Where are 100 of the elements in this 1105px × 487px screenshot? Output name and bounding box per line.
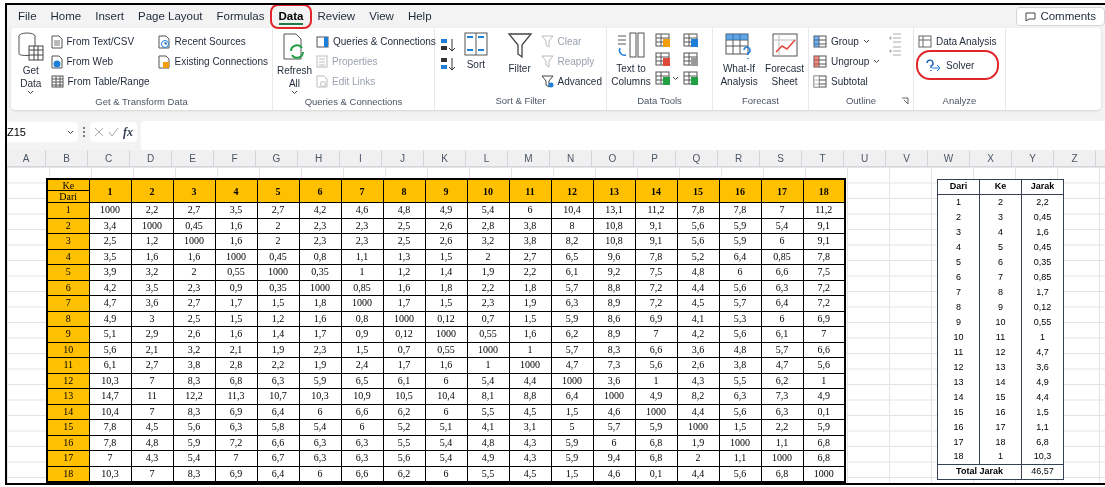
column-header[interactable]: T	[802, 150, 844, 166]
filter-icon	[506, 32, 533, 60]
column-header[interactable]: X	[970, 150, 1012, 166]
ribbon-icon-button[interactable]	[655, 70, 679, 86]
name-box[interactable]: Z15	[7, 122, 78, 142]
ribbon-large-button[interactable]: What-If Analysis	[717, 32, 762, 88]
cancel-button[interactable]	[94, 127, 104, 137]
column-header[interactable]: Q	[676, 150, 718, 166]
ribbon-large-button[interactable]: Sort	[461, 32, 491, 71]
ribbon-large-button[interactable]: Get Data	[15, 32, 47, 95]
ribbon-tab[interactable]: Home	[43, 6, 89, 27]
column-header[interactable]: R	[718, 150, 760, 166]
column-header-cell: 18	[803, 179, 845, 203]
ribbon-button[interactable]: Group	[813, 32, 881, 51]
column-header[interactable]: M	[508, 150, 550, 166]
column-header[interactable]: J	[382, 150, 424, 166]
flash-fill-icon	[655, 32, 671, 48]
column-header-cell: Ke	[979, 179, 1022, 195]
ribbon-tab[interactable]: Data	[271, 6, 311, 27]
group-label: Forecast	[742, 95, 779, 106]
group-label: Analyze	[942, 95, 977, 106]
ribbon-tab[interactable]: Help	[400, 6, 439, 27]
table-cell: 3	[979, 209, 1022, 225]
column-header[interactable]: K	[424, 150, 466, 166]
column-header[interactable]: P	[634, 150, 676, 166]
total-label: Total Jarak	[937, 464, 1022, 480]
column-header[interactable]: S	[760, 150, 802, 166]
ribbon-button[interactable]: Advanced	[540, 72, 602, 91]
hide-detail-icon	[888, 45, 903, 57]
column-header-cell: 3	[173, 179, 215, 203]
sort-descending-button[interactable]	[439, 55, 457, 73]
table-cell: 7	[979, 269, 1022, 285]
ribbon-button[interactable]: Solver	[918, 52, 997, 78]
column-header[interactable]: L	[466, 150, 508, 166]
column-header[interactable]: U	[844, 150, 886, 166]
column-header[interactable]: A	[7, 150, 46, 166]
column-header[interactable]: N	[550, 150, 592, 166]
table-cell: 1,1	[1021, 419, 1064, 435]
group-label: Data Tools	[637, 95, 682, 106]
column-header[interactable]: W	[928, 150, 970, 166]
properties-icon	[316, 55, 328, 68]
column-header[interactable]: G	[256, 150, 298, 166]
comments-button[interactable]: Comments	[1016, 7, 1105, 26]
close-icon	[94, 127, 104, 137]
insert-function-button[interactable]: fx	[123, 123, 133, 141]
column-header[interactable]: C	[88, 150, 130, 166]
column-header-cell: 1	[89, 179, 131, 203]
ribbon-button[interactable]: From Text/CSV	[50, 32, 150, 51]
table-cell: 14	[937, 389, 980, 405]
ribbon-button[interactable]: Data Analysis	[918, 32, 997, 51]
table-cell: 6,8	[1021, 434, 1064, 450]
table-cell: 1,7	[1021, 284, 1064, 300]
column-header[interactable]: Z	[1054, 150, 1096, 166]
forecast-chart-icon	[770, 32, 799, 60]
table-cell: 11	[937, 344, 980, 360]
table-cell: 1,6	[1021, 224, 1064, 240]
ribbon-tab[interactable]: View	[362, 6, 401, 27]
column-header[interactable]: Y	[1012, 150, 1054, 166]
column-header[interactable]: F	[214, 150, 256, 166]
table-cell: 15	[979, 389, 1022, 405]
column-header[interactable]: V	[886, 150, 928, 166]
column-header[interactable]: E	[172, 150, 214, 166]
column-header-cell: 8	[383, 179, 425, 203]
sort-ascending-button[interactable]	[439, 36, 457, 54]
ribbon-button[interactable]: From Web	[50, 52, 150, 71]
ribbon-tab[interactable]: File	[11, 6, 44, 27]
column-header-cell: Dari	[937, 179, 980, 195]
ribbon-icon-button[interactable]	[683, 32, 699, 48]
advanced-filter-icon	[540, 75, 554, 88]
ribbon-large-button[interactable]: Refresh All	[277, 32, 312, 95]
column-header[interactable]: I	[340, 150, 382, 166]
table-cell: 0,45	[1021, 209, 1064, 225]
table-cell: 8	[979, 284, 1022, 300]
ribbon-tab[interactable]: Review	[310, 6, 363, 27]
ribbon-button[interactable]: Ungroup	[813, 52, 881, 71]
subtotal-icon	[813, 75, 827, 88]
ribbon-large-button[interactable]: Forecast Sheet	[765, 32, 804, 88]
ribbon-large-button[interactable]: Text to Columns	[611, 32, 651, 88]
column-header-cell: 10	[467, 179, 509, 203]
column-header[interactable]: H	[298, 150, 340, 166]
table-cell: 16	[979, 404, 1022, 420]
enter-button[interactable]	[108, 127, 119, 137]
ribbon-large-button[interactable]: Filter	[502, 32, 537, 75]
ribbon-tab[interactable]: Insert	[88, 6, 131, 27]
column-header[interactable]: B	[46, 150, 88, 166]
dialog-launcher-button[interactable]	[901, 97, 909, 105]
ribbon-tab[interactable]: Formulas	[209, 6, 272, 27]
column-header[interactable]: D	[130, 150, 172, 166]
column-header[interactable]: O	[592, 150, 634, 166]
ribbon-button[interactable]: Subtotal	[813, 72, 881, 91]
ribbon-button[interactable]: Existing Connections	[157, 52, 268, 71]
formula-input-field[interactable]	[141, 121, 1105, 151]
ribbon-icon-button[interactable]	[683, 70, 699, 86]
ribbon-icon-button[interactable]	[683, 51, 699, 67]
ribbon-button[interactable]: From Table/Range	[50, 72, 150, 91]
web-document-icon	[50, 54, 63, 69]
dialog-launcher-icon	[901, 97, 909, 105]
ribbon-button[interactable]: Recent Sources	[157, 32, 268, 51]
ribbon-tab[interactable]: Page Layout	[131, 6, 210, 27]
ribbon-button[interactable]: Queries & Connections	[316, 32, 436, 51]
